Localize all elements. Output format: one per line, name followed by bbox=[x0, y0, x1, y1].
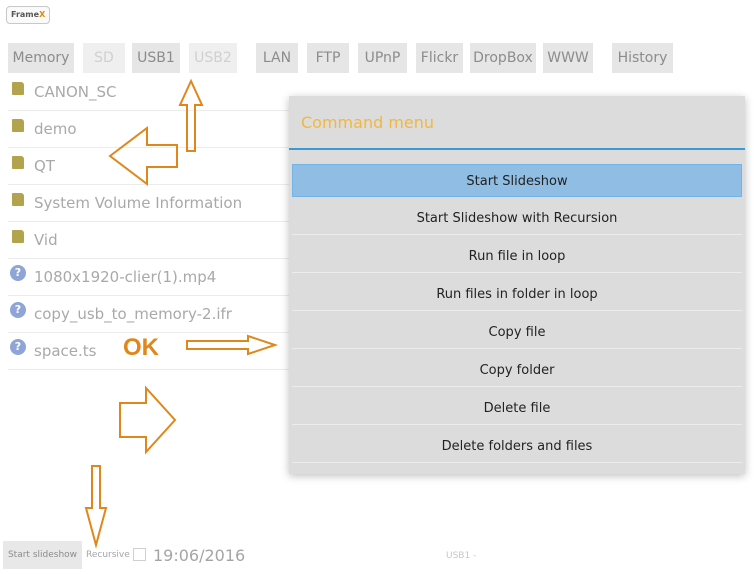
arrow-down-icon bbox=[84, 465, 108, 549]
annotation-arrows bbox=[84, 78, 279, 549]
arrow-right-large-icon bbox=[119, 385, 177, 455]
arrow-right-icon bbox=[186, 334, 279, 356]
start-slideshow-button[interactable]: Start slideshow bbox=[3, 541, 82, 569]
date-display: 19:06/2016 bbox=[153, 546, 246, 565]
arrow-left-icon bbox=[108, 125, 178, 187]
recursive-checkbox[interactable] bbox=[133, 548, 146, 561]
arrow-up-icon bbox=[178, 78, 204, 152]
status-text: USB1 - bbox=[446, 551, 477, 561]
recursive-label: Recursive bbox=[86, 550, 130, 560]
